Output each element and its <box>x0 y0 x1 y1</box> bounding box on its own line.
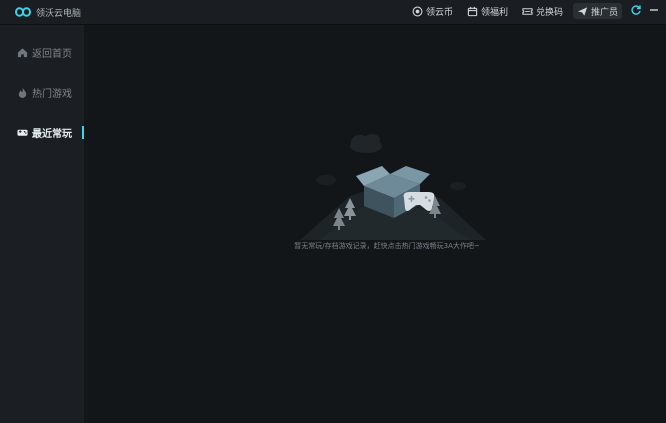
sidebar-item-label: 返回首页 <box>32 48 72 60</box>
title-bar: 领沃云电脑 领云币 领福利 兑换码 推广员 <box>0 0 666 25</box>
active-indicator <box>82 126 84 139</box>
ticket-icon <box>522 7 533 15</box>
promoter-button[interactable]: 推广员 <box>573 3 623 19</box>
coins-button[interactable]: 领云币 <box>408 3 457 19</box>
cloud-icon <box>350 134 382 153</box>
app-title: 领沃云电脑 <box>36 9 82 19</box>
flame-icon <box>18 87 27 98</box>
empty-state-illustration <box>300 134 486 240</box>
sidebar-item-recent[interactable]: 最近常玩 <box>0 117 84 147</box>
paper-plane-icon <box>577 6 588 16</box>
cloud-logo-icon <box>14 7 32 17</box>
home-icon <box>17 47 28 57</box>
coin-icon <box>412 6 423 16</box>
sidebar-item-label: 最近常玩 <box>32 128 72 140</box>
redeem-label: 兑换码 <box>536 7 564 18</box>
sidebar-item-hot-games[interactable]: 热门游戏 <box>0 77 84 107</box>
empty-state-message: 暂无常玩/存档游戏记录，赶快点击热门游戏畅玩3A大作吧~ <box>294 242 480 250</box>
sidebar-item-label: 热门游戏 <box>32 88 72 100</box>
promoter-label: 推广员 <box>591 7 619 18</box>
top-actions: 领云币 领福利 兑换码 推广员 <box>408 3 623 21</box>
sidebar: 返回首页 热门游戏 最近常玩 <box>0 25 84 423</box>
redeem-code-button[interactable]: 兑换码 <box>518 3 567 19</box>
refresh-icon[interactable] <box>630 4 642 16</box>
sidebar-item-home[interactable]: 返回首页 <box>0 37 84 67</box>
minimize-icon[interactable] <box>648 4 660 16</box>
gamepad-icon <box>17 129 28 136</box>
benefits-button[interactable]: 领福利 <box>463 3 512 19</box>
coins-label: 领云币 <box>426 7 454 18</box>
benefits-label: 领福利 <box>481 7 509 18</box>
calendar-icon <box>467 6 478 16</box>
